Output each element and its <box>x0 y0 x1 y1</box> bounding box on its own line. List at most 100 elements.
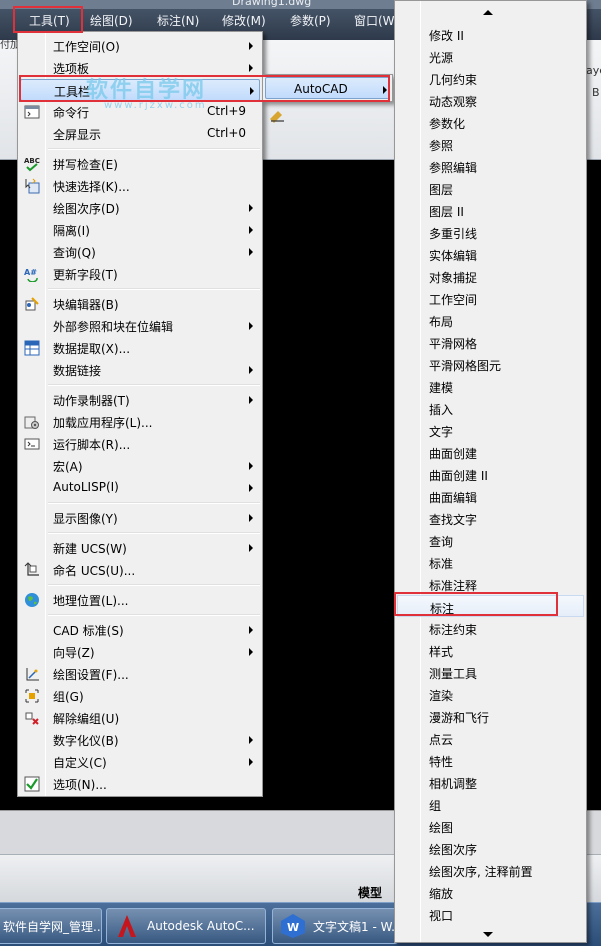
menu-item-quick-select[interactable]: 快速选择(K)... <box>20 175 260 197</box>
menu-item-run-script[interactable]: 运行脚本(R)... <box>20 433 260 455</box>
toolbar-list-item[interactable]: 几何约束 <box>397 67 584 89</box>
toolbar-list-item[interactable]: 绘图次序, 注释前置 <box>397 859 584 881</box>
scroll-up-icon[interactable] <box>483 10 493 15</box>
toolbar-list-item[interactable]: 视口 <box>397 903 584 925</box>
menu-item-autocad[interactable]: AutoCAD <box>265 77 390 99</box>
menu-item-update-fields[interactable]: A# 更新字段(T) <box>20 263 260 285</box>
scroll-down-icon[interactable] <box>483 932 493 937</box>
toolbar-list-label: 平滑网格图元 <box>429 359 502 373</box>
taskbar-item-browser[interactable]: 软件自学网_管理... <box>0 908 102 944</box>
menu-item-xref-edit[interactable]: 外部参照和块在位编辑 <box>20 315 260 337</box>
menu-item-block-editor[interactable]: 块编辑器(B) <box>20 293 260 315</box>
toolbar-list-item[interactable]: 动态观察 <box>397 89 584 111</box>
menu-item-tablet[interactable]: 数字化仪(B) <box>20 729 260 751</box>
menu-item-label: 解除编组(U) <box>53 712 120 726</box>
menu-item-isolate[interactable]: 隔离(I) <box>20 219 260 241</box>
toolbar-list-item[interactable]: 插入 <box>397 397 584 419</box>
menu-item-command-line[interactable]: 命令行 Ctrl+9 <box>20 101 260 123</box>
toolbar-list-item-selected[interactable]: 标注 <box>397 595 584 617</box>
toolbar-list-item[interactable]: 平滑网格 <box>397 331 584 353</box>
menu-item-data-links[interactable]: 数据链接 <box>20 359 260 381</box>
menu-item-new-ucs[interactable]: 新建 UCS(W) <box>20 537 260 559</box>
toolbar-list-item[interactable]: 工作空间 <box>397 287 584 309</box>
toolbar-list-item[interactable]: 布局 <box>397 309 584 331</box>
toolbar-list-item[interactable]: 漫游和飞行 <box>397 705 584 727</box>
toolbar-list-item[interactable]: 绘图 <box>397 815 584 837</box>
toolbar-list-item[interactable]: 曲面创建 II <box>397 463 584 485</box>
toolbar-list-item[interactable]: 缩放 <box>397 881 584 903</box>
toolbar-list-item[interactable]: 曲面编辑 <box>397 485 584 507</box>
menu-item-ungroup[interactable]: 解除编组(U) <box>20 707 260 729</box>
toolbar-list-item[interactable]: 实体编辑 <box>397 243 584 265</box>
toolbar-list-item[interactable]: 查找文字 <box>397 507 584 529</box>
menu-item-action-recorder[interactable]: 动作录制器(T) <box>20 389 260 411</box>
toolbar-list-item[interactable]: 参照编辑 <box>397 155 584 177</box>
toolbar-list-item[interactable]: 相机调整 <box>397 771 584 793</box>
toolbar-list-label: 特性 <box>429 755 454 769</box>
toolbar-list-item[interactable]: 平滑网格图元 <box>397 353 584 375</box>
menu-separator <box>48 148 260 150</box>
menu-item-autolisp[interactable]: AutoLISP(I) <box>20 477 260 499</box>
svg-text:A#: A# <box>24 268 37 277</box>
menu-item-label: 加载应用程序(L)... <box>53 416 153 430</box>
menu-item-wizards[interactable]: 向导(Z) <box>20 641 260 663</box>
menu-item-named-ucs[interactable]: 命名 UCS(U)... <box>20 559 260 581</box>
menu-item-spelling[interactable]: ABC 拼写检查(E) <box>20 153 260 175</box>
toolbar-list-item[interactable]: 标注约束 <box>397 617 584 639</box>
menu-window[interactable]: 窗口(W) <box>354 12 399 29</box>
toolbar-list-item[interactable]: 点云 <box>397 727 584 749</box>
model-tab[interactable]: 模型 <box>358 884 382 901</box>
menu-separator <box>48 288 260 290</box>
toolbar-list-item[interactable]: 特性 <box>397 749 584 771</box>
menu-tools[interactable]: 工具(T) <box>29 12 70 29</box>
match-properties-icon[interactable] <box>268 107 286 126</box>
taskbar-item-autocad[interactable]: Autodesk AutoC... <box>106 908 266 944</box>
menu-modify[interactable]: 修改(M) <box>222 12 266 29</box>
menu-dimension[interactable]: 标注(N) <box>157 12 199 29</box>
toolbar-list-item[interactable]: 多重引线 <box>397 221 584 243</box>
toolbar-list-item[interactable]: 对象捕捉 <box>397 265 584 287</box>
toolbar-list-item[interactable]: 标准注释 <box>397 573 584 595</box>
menu-item-options[interactable]: 选项(N)... <box>20 773 260 795</box>
menu-item-cad-standards[interactable]: CAD 标准(S) <box>20 619 260 641</box>
menu-item-load-application[interactable]: 加载应用程序(L)... <box>20 411 260 433</box>
toolbar-list-item[interactable]: 建模 <box>397 375 584 397</box>
taskbar-item-wps[interactable]: W 文字文稿1 - W... <box>272 908 398 944</box>
toolbar-list-item[interactable]: 渲染 <box>397 683 584 705</box>
menu-item-clean-screen[interactable]: 全屏显示 Ctrl+0 <box>20 123 260 145</box>
toolbar-list-item[interactable]: 查询 <box>397 529 584 551</box>
tools-menu: 工作空间(O) 选项板 工具栏 命令行 Ctrl+9 全屏显示 Ctrl+0 ABC… <box>17 31 263 797</box>
submenu-arrow-icon <box>249 514 253 522</box>
toolbar-list-item[interactable]: 图层 <box>397 177 584 199</box>
toolbar-list-item[interactable]: 测量工具 <box>397 661 584 683</box>
menu-item-toolbars[interactable]: 工具栏 <box>20 79 260 101</box>
toolbar-list-item[interactable]: 参照 <box>397 133 584 155</box>
menu-item-draw-order[interactable]: 绘图次序(D) <box>20 197 260 219</box>
menu-item-macro[interactable]: 宏(A) <box>20 455 260 477</box>
toolbar-list-item[interactable]: 光源 <box>397 45 584 67</box>
menu-draw[interactable]: 绘图(D) <box>90 12 133 29</box>
toolbar-list-label: 绘图次序 <box>429 843 478 857</box>
toolbar-list-item[interactable]: 绘图次序 <box>397 837 584 859</box>
toolbar-list-item[interactable]: 曲面创建 <box>397 441 584 463</box>
toolbar-list-item[interactable]: 标准 <box>397 551 584 573</box>
toolbar-list-item[interactable]: 修改 II <box>397 23 584 45</box>
menu-item-customize[interactable]: 自定义(C) <box>20 751 260 773</box>
toolbar-list-item[interactable]: 样式 <box>397 639 584 661</box>
toolbar-list-item[interactable]: 文字 <box>397 419 584 441</box>
menu-item-inquiry[interactable]: 查询(Q) <box>20 241 260 263</box>
menu-item-geographic-location[interactable]: 地理位置(L)... <box>20 589 260 611</box>
menu-item-display-image[interactable]: 显示图像(Y) <box>20 507 260 529</box>
menu-separator <box>48 384 260 386</box>
toolbar-list-item[interactable]: 参数化 <box>397 111 584 133</box>
menu-item-drafting-settings[interactable]: 绘图设置(F)... <box>20 663 260 685</box>
autocad-toolbars-list: 修改 II 光源 几何约束 动态观察 参数化 参照 参照编辑 图层 图层 II 多重引线 实体编辑对… <box>394 0 587 943</box>
menu-item-palettes[interactable]: 选项板 <box>20 57 260 79</box>
toolbar-list-item[interactable]: 图层 II <box>397 199 584 221</box>
menu-item-group[interactable]: 组(G) <box>20 685 260 707</box>
menu-parametric[interactable]: 参数(P) <box>290 12 331 29</box>
menu-item-workspaces[interactable]: 工作空间(O) <box>20 35 260 57</box>
toolbar-list-item[interactable]: 组 <box>397 793 584 815</box>
submenu-arrow-icon <box>249 42 253 50</box>
menu-item-data-extraction[interactable]: 数据提取(X)... <box>20 337 260 359</box>
